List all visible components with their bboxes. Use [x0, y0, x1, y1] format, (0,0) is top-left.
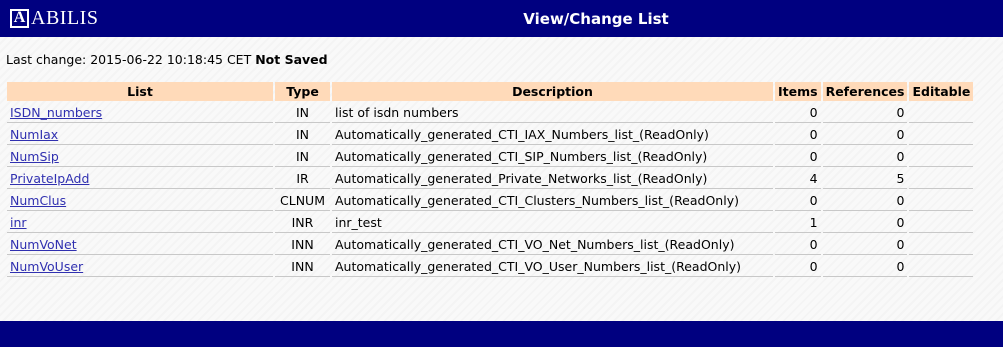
- items-cell: 0: [775, 147, 821, 167]
- list-link[interactable]: ISDN_numbers: [10, 105, 102, 120]
- column-header-description: Description: [332, 82, 773, 101]
- editable-cell: [909, 191, 974, 211]
- table-header-row: List Type Description Items References E…: [7, 82, 974, 101]
- column-header-type: Type: [275, 82, 330, 101]
- table-row: NumSip IN Automatically_generated_CTI_SI…: [7, 147, 974, 167]
- type-cell: INN: [275, 257, 330, 277]
- items-cell: 0: [775, 235, 821, 255]
- list-name-cell: inr: [7, 213, 273, 233]
- list-link[interactable]: NumClus: [10, 193, 66, 208]
- page: A ABILIS View/Change List Last change: 2…: [0, 0, 1003, 347]
- description-cell: Automatically_generated_Private_Networks…: [332, 169, 773, 189]
- lists-table: List Type Description Items References E…: [5, 80, 975, 279]
- last-change-timestamp: 2015-06-22 10:18:45 CET: [90, 52, 252, 67]
- description-cell: Automatically_generated_CTI_IAX_Numbers_…: [332, 125, 773, 145]
- table-row: NumClus CLNUM Automatically_generated_CT…: [7, 191, 974, 211]
- list-link[interactable]: PrivateIpAdd: [10, 171, 89, 186]
- references-cell: 0: [822, 257, 908, 277]
- references-cell: 0: [822, 191, 908, 211]
- bottom-banner: [0, 321, 1003, 347]
- editable-cell: [909, 147, 974, 167]
- list-name-cell: NumVoUser: [7, 257, 273, 277]
- description-cell: Automatically_generated_CTI_Clusters_Num…: [332, 191, 773, 211]
- editable-cell: [909, 169, 974, 189]
- column-header-references: References: [822, 82, 908, 101]
- list-name-cell: PrivateIpAdd: [7, 169, 273, 189]
- column-header-items: Items: [775, 82, 821, 101]
- abilis-logo: A ABILIS: [10, 6, 98, 30]
- column-header-editable: Editable: [909, 82, 974, 101]
- editable-cell: [909, 213, 974, 233]
- type-cell: IN: [275, 147, 330, 167]
- table-row: ISDN_numbers IN list of isdn numbers 0 0: [7, 103, 974, 123]
- type-cell: INR: [275, 213, 330, 233]
- references-cell: 0: [822, 235, 908, 255]
- type-cell: IN: [275, 125, 330, 145]
- table-row: NumIax IN Automatically_generated_CTI_IA…: [7, 125, 974, 145]
- description-cell: Automatically_generated_CTI_SIP_Numbers_…: [332, 147, 773, 167]
- list-name-cell: NumIax: [7, 125, 273, 145]
- items-cell: 4: [775, 169, 821, 189]
- description-cell: Automatically_generated_CTI_VO_User_Numb…: [332, 257, 773, 277]
- references-cell: 0: [822, 147, 908, 167]
- editable-cell: [909, 103, 974, 123]
- list-name-cell: NumVoNet: [7, 235, 273, 255]
- list-name-cell: NumClus: [7, 191, 273, 211]
- saved-state: Not Saved: [255, 52, 328, 67]
- last-change-status: Last change: 2015-06-22 10:18:45 CET Not…: [6, 52, 328, 68]
- items-cell: 0: [775, 191, 821, 211]
- description-cell: Automatically_generated_CTI_VO_Net_Numbe…: [332, 235, 773, 255]
- type-cell: IR: [275, 169, 330, 189]
- type-cell: CLNUM: [275, 191, 330, 211]
- list-link[interactable]: inr: [10, 215, 27, 230]
- references-cell: 0: [822, 213, 908, 233]
- items-cell: 0: [775, 125, 821, 145]
- table-row: inr INR inr_test 1 0: [7, 213, 974, 233]
- description-cell: inr_test: [332, 213, 773, 233]
- references-cell: 0: [822, 125, 908, 145]
- editable-cell: [909, 125, 974, 145]
- logo-mark: A: [10, 8, 29, 28]
- type-cell: IN: [275, 103, 330, 123]
- list-link[interactable]: NumVoUser: [10, 259, 83, 274]
- editable-cell: [909, 257, 974, 277]
- column-header-list: List: [7, 82, 273, 101]
- items-cell: 0: [775, 257, 821, 277]
- items-cell: 0: [775, 103, 821, 123]
- references-cell: 5: [822, 169, 908, 189]
- list-link[interactable]: NumVoNet: [10, 237, 77, 252]
- list-name-cell: ISDN_numbers: [7, 103, 273, 123]
- page-title: View/Change List: [523, 10, 669, 28]
- editable-cell: [909, 235, 974, 255]
- list-link[interactable]: NumIax: [10, 127, 58, 142]
- description-cell: list of isdn numbers: [332, 103, 773, 123]
- last-change-label: Last change:: [6, 52, 87, 67]
- table-row: PrivateIpAdd IR Automatically_generated_…: [7, 169, 974, 189]
- table-row: NumVoNet INN Automatically_generated_CTI…: [7, 235, 974, 255]
- items-cell: 1: [775, 213, 821, 233]
- logo-text: ABILIS: [31, 7, 99, 29]
- type-cell: INN: [275, 235, 330, 255]
- table-row: NumVoUser INN Automatically_generated_CT…: [7, 257, 974, 277]
- list-link[interactable]: NumSip: [10, 149, 59, 164]
- list-name-cell: NumSip: [7, 147, 273, 167]
- top-banner: A ABILIS View/Change List: [0, 0, 1003, 37]
- references-cell: 0: [822, 103, 908, 123]
